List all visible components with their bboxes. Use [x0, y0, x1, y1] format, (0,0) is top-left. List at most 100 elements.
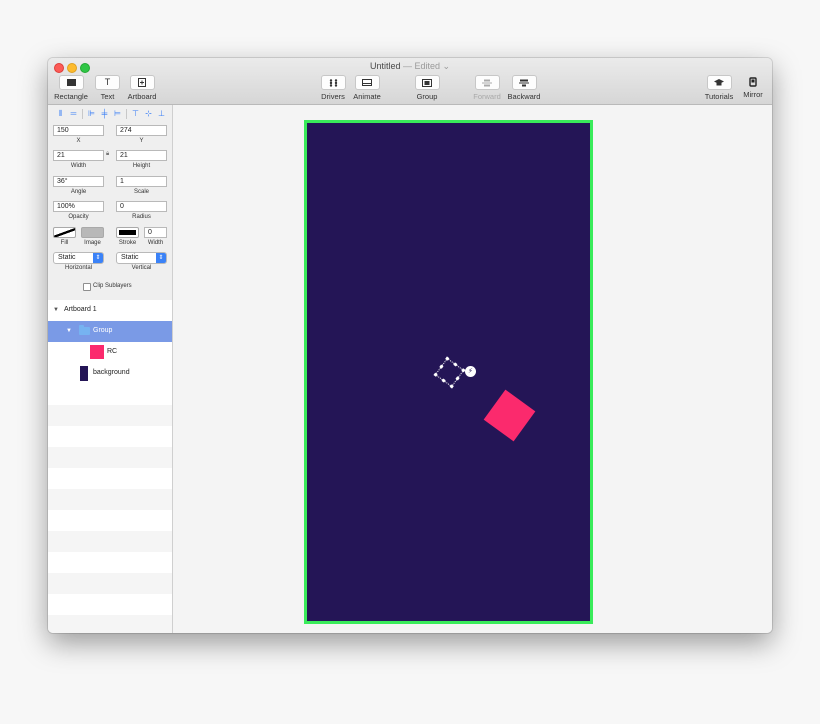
resize-handle[interactable]	[433, 372, 438, 377]
image-label: Image	[84, 240, 101, 246]
clip-sublayers-checkbox[interactable]	[83, 283, 91, 291]
resize-handle[interactable]	[449, 384, 454, 389]
layer-row-background[interactable]: background	[48, 363, 172, 384]
mirror-label: Mirror	[743, 90, 763, 99]
stroke-label: Stroke	[118, 240, 137, 246]
image-swatch[interactable]	[81, 227, 104, 238]
vertical-select-value: Static	[121, 254, 139, 261]
clip-sublayers-label: Clip Sublayers	[93, 283, 132, 289]
resize-handle[interactable]	[453, 362, 458, 367]
stroke-width-field[interactable]: 0	[144, 227, 167, 238]
app-window: Untitled — Edited ⌄ Rectangle T Text Art…	[48, 58, 772, 633]
window-title[interactable]: Untitled — Edited ⌄	[48, 61, 772, 72]
x-label: X	[76, 138, 81, 144]
align-right-icon[interactable]: ⊨	[111, 108, 124, 120]
vertical-label: Vertical	[131, 265, 152, 271]
layer-row-rc[interactable]: RC	[48, 342, 172, 363]
disclosure-triangle-icon[interactable]: ▼	[66, 328, 72, 334]
fill-color-swatch[interactable]	[53, 227, 76, 238]
lightning-icon[interactable]: ⚡︎	[465, 366, 476, 377]
x-field[interactable]: 150	[53, 125, 104, 136]
forward-label: Forward	[473, 92, 501, 101]
layer-name: background	[93, 369, 130, 376]
align-left-icon[interactable]: ⊫	[85, 108, 98, 120]
align-divider-2	[126, 109, 127, 119]
selection-box[interactable]	[433, 356, 466, 389]
tutorials-label: Tutorials	[704, 92, 734, 101]
canvas[interactable]: ⚡︎	[173, 105, 772, 633]
distribute-vertical-icon[interactable]: ═	[67, 108, 80, 120]
alignment-toolbar: ⦀ ═ ⊫ ╪ ⊨ ⊤ ⊹ ⊥	[54, 108, 168, 120]
rectangle-icon	[58, 75, 84, 90]
angle-label: Angle	[70, 189, 87, 195]
disclosure-triangle-icon[interactable]: ▼	[53, 307, 59, 313]
align-middle-icon[interactable]: ⊹	[142, 108, 155, 120]
align-center-horizontal-icon[interactable]: ╪	[98, 108, 111, 120]
layer-name: RC	[107, 348, 118, 355]
stroke-width-label: Width	[147, 240, 164, 246]
layer-row-empty	[48, 489, 172, 510]
horizontal-select-value: Static	[58, 254, 76, 261]
group-label: Group	[416, 92, 438, 101]
forward-button[interactable]: Forward	[471, 75, 503, 101]
artboard-1[interactable]: ⚡︎	[304, 120, 593, 624]
y-field[interactable]: 274	[116, 125, 167, 136]
rc-layer[interactable]	[483, 389, 536, 442]
resize-handle[interactable]	[455, 376, 460, 381]
distribute-horizontal-icon[interactable]: ⦀	[54, 108, 67, 120]
layer-row-artboard[interactable]: ▼ Artboard 1	[48, 300, 172, 321]
layer-row-empty	[48, 510, 172, 531]
artboard-tool-button[interactable]: Artboard	[126, 75, 158, 101]
height-label: Height	[132, 163, 151, 169]
height-field[interactable]: 21	[116, 150, 167, 161]
forward-icon	[474, 75, 500, 90]
layers-panel: ▼ Artboard 1 ▼ Group RC background	[48, 300, 172, 633]
group-button[interactable]: Group	[412, 75, 442, 101]
titlebar: Untitled — Edited ⌄ Rectangle T Text Art…	[48, 58, 772, 105]
drivers-icon	[320, 75, 346, 90]
drivers-button[interactable]: Drivers	[319, 75, 347, 101]
resize-handle[interactable]	[439, 364, 444, 369]
backward-label: Backward	[507, 92, 541, 101]
horizontal-select[interactable]: Static ⇕	[53, 252, 104, 264]
radius-field[interactable]: 0	[116, 201, 167, 212]
animate-button[interactable]: Animate	[350, 75, 384, 101]
scale-field[interactable]: 1	[116, 176, 167, 187]
layer-name: Group	[93, 327, 113, 334]
text-tool-button[interactable]: T Text	[94, 75, 121, 101]
group-icon	[414, 75, 440, 90]
rectangle-tool-button[interactable]: Rectangle	[53, 75, 89, 101]
layer-row-empty	[48, 405, 172, 426]
mirror-button[interactable]: Mirror	[740, 75, 766, 99]
angle-field[interactable]: 36°	[53, 176, 104, 187]
width-field[interactable]: 21	[53, 150, 104, 161]
opacity-field[interactable]: 100%	[53, 201, 104, 212]
align-bottom-icon[interactable]: ⊥	[155, 108, 168, 120]
tutorials-button[interactable]: Tutorials	[703, 75, 735, 101]
window-title-text: Untitled	[369, 61, 401, 71]
layer-row-group[interactable]: ▼ Group	[48, 321, 172, 342]
layer-thumbnail	[90, 345, 104, 359]
radius-label: Radius	[132, 214, 151, 220]
resize-handle[interactable]	[445, 356, 450, 361]
artboard-tool-label: Artboard	[127, 92, 157, 101]
text-icon-glyph: T	[104, 77, 111, 87]
resize-handle[interactable]	[441, 378, 446, 383]
select-arrows-icon: ⇕	[156, 253, 166, 263]
align-top-icon[interactable]: ⊤	[129, 108, 142, 120]
vertical-select[interactable]: Static ⇕	[116, 252, 167, 264]
drivers-label: Drivers	[321, 92, 345, 101]
artboard-icon	[129, 75, 155, 90]
align-divider	[82, 109, 83, 119]
edited-indicator: — Edited ⌄	[400, 61, 451, 71]
phone-icon	[742, 75, 765, 88]
stroke-color-swatch[interactable]	[116, 227, 139, 238]
layer-row-empty	[48, 384, 172, 405]
lock-icon[interactable]: 🔒︎	[106, 151, 109, 158]
backward-button[interactable]: Backward	[506, 75, 542, 101]
layer-row-empty	[48, 447, 172, 468]
folder-icon	[79, 325, 90, 335]
width-label: Width	[70, 163, 87, 169]
layer-row-empty	[48, 573, 172, 594]
select-arrows-icon: ⇕	[93, 253, 103, 263]
